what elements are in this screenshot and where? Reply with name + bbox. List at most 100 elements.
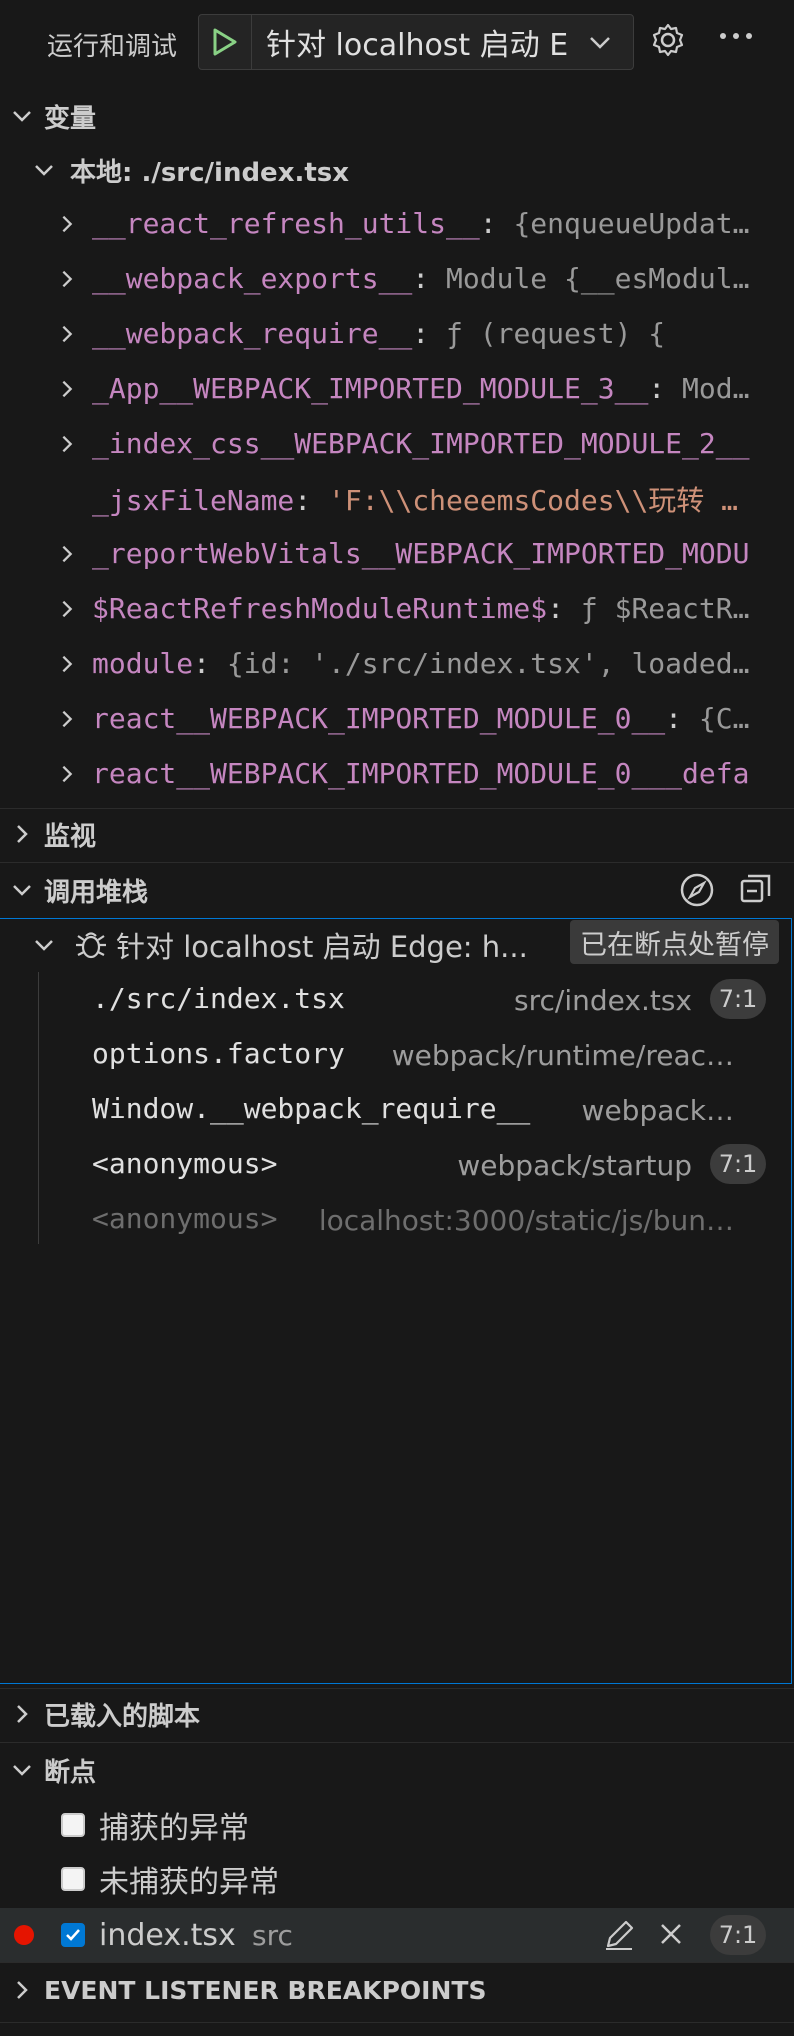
bug-icon	[76, 932, 106, 959]
stack-frame-source: webpack/runtime/reac…	[391, 1039, 734, 1072]
stack-frame-row[interactable]: <anonymous> webpack/startup 7:1	[0, 1137, 794, 1192]
breakpoint-position-badge: 7:1	[710, 1915, 766, 1955]
variable-value: ƒ $ReactR…	[580, 592, 750, 625]
variable-separator: :	[294, 483, 329, 517]
loaded-scripts-header-label: 已载入的脚本	[44, 1701, 201, 1732]
watch-header-label: 监视	[44, 821, 97, 852]
chevron-right-icon[interactable]	[56, 708, 78, 730]
variable-separator: :	[665, 702, 699, 735]
variable-name: _jsxFileName	[92, 483, 295, 517]
variable-separator: :	[412, 317, 447, 350]
debug-sidebar: 运行和调试 针对 localhost 启动 E 变量 本地: ./src/ind…	[0, 0, 794, 2036]
variable-name: react__WEBPACK_IMPORTED_MODULE_0___defa	[92, 757, 750, 790]
close-icon[interactable]	[658, 1921, 684, 1947]
run-and-debug-title: 运行和调试	[47, 31, 178, 62]
chevron-right-icon[interactable]	[56, 433, 78, 455]
variable-value: {id: './src/index.tsx', loaded…	[226, 647, 750, 680]
debug-toolbar: 运行和调试 针对 localhost 启动 E	[0, 0, 794, 88]
chevron-right-icon	[17, 1981, 28, 1999]
stack-frame-name: <anonymous>	[92, 1202, 278, 1235]
uncaught-exceptions-checkbox[interactable]	[61, 1867, 85, 1891]
status-bar	[0, 2022, 794, 2036]
variable-name: _App__WEBPACK_IMPORTED_MODULE_3__	[92, 372, 649, 405]
variable-value: {C…	[698, 702, 750, 735]
chevron-right-icon[interactable]	[56, 653, 78, 675]
variable-row[interactable]: _index_css__WEBPACK_IMPORTED_MODULE_2__	[0, 416, 794, 471]
variable-row[interactable]: _jsxFileName: 'F:\\cheeemsCodes\\玩转 …	[0, 471, 794, 526]
event-listener-header-label: EVENT LISTENER BREAKPOINTS	[44, 1975, 487, 2005]
breakpoint-folder: src	[252, 1918, 293, 1952]
chevron-down-icon	[35, 940, 53, 951]
collapse-all-icon[interactable]	[738, 871, 774, 907]
variable-separator: :	[479, 207, 514, 240]
breakpoint-file-name: index.tsx	[99, 1917, 236, 1953]
chevron-down-icon	[35, 165, 53, 176]
variable-name: _reportWebVitals__WEBPACK_IMPORTED_MODU	[92, 537, 750, 570]
file-breakpoint-checkbox[interactable]	[61, 1923, 85, 1947]
chevron-right-icon[interactable]	[56, 268, 78, 290]
launch-config-label: 针对 localhost 启动 E	[266, 28, 569, 63]
variable-name: __webpack_require__	[92, 317, 413, 350]
breakpoint-caught-exceptions[interactable]: 捕获的异常	[0, 1798, 794, 1852]
variable-row[interactable]: _reportWebVitals__WEBPACK_IMPORTED_MODU	[0, 526, 794, 581]
chevron-right-icon[interactable]	[56, 763, 78, 785]
chevron-down-icon	[13, 1765, 31, 1776]
variable-row[interactable]: $ReactRefreshModuleRuntime$: ƒ $ReactR…	[0, 581, 794, 636]
stack-frame-position-badge: 7:1	[710, 1144, 766, 1184]
loaded-scripts-section-header[interactable]: 已载入的脚本	[0, 1688, 794, 1740]
stack-frame-source: localhost:3000/static/js/bun…	[318, 1204, 734, 1237]
chevron-right-icon[interactable]	[56, 543, 78, 565]
stack-frame-source: src/index.tsx	[514, 984, 692, 1017]
variable-name: $ReactRefreshModuleRuntime$	[92, 592, 548, 625]
paused-status-badge: 已在断点处暂停	[570, 920, 779, 964]
callstack-section-header[interactable]: 调用堆栈	[0, 864, 794, 916]
variables-section-header[interactable]: 变量	[0, 90, 794, 142]
chevron-down-icon[interactable]	[587, 29, 613, 55]
variable-row[interactable]: module: {id: './src/index.tsx', loaded…	[0, 636, 794, 691]
variable-value: 'F:\\cheeemsCodes\\玩转 …	[328, 483, 739, 517]
stack-frame-source: webpack…	[581, 1094, 734, 1127]
stack-frame-name: options.factory	[92, 1037, 345, 1070]
chevron-right-icon[interactable]	[56, 378, 78, 400]
stack-frame-row[interactable]: <anonymous> localhost:3000/static/js/bun…	[0, 1192, 794, 1247]
variable-value: Module {__esModul…	[446, 262, 750, 295]
variable-value: Mod…	[682, 372, 750, 405]
variable-row[interactable]: __webpack_exports__: Module {__esModul…	[0, 251, 794, 306]
breakpoint-uncaught-exceptions[interactable]: 未捕获的异常	[0, 1852, 794, 1906]
stack-frame-position-badge: 7:1	[710, 979, 766, 1019]
local-scope-label: 本地: ./src/index.tsx	[70, 157, 350, 188]
variable-row[interactable]: _App__WEBPACK_IMPORTED_MODULE_3__: Mod…	[0, 361, 794, 416]
caught-exceptions-checkbox[interactable]	[61, 1813, 85, 1837]
chevron-right-icon[interactable]	[56, 598, 78, 620]
variable-name: module	[92, 647, 194, 680]
watch-section-header[interactable]: 监视	[0, 808, 794, 860]
breakpoint-file-row[interactable]: index.tsx src 7:1	[0, 1908, 794, 1962]
play-icon	[213, 28, 237, 56]
variable-row[interactable]: react__WEBPACK_IMPORTED_MODULE_0__: {C…	[0, 691, 794, 746]
variable-row[interactable]: __react_refresh_utils__: {enqueueUpdat…	[0, 196, 794, 251]
caught-exceptions-label: 捕获的异常	[99, 1811, 249, 1846]
edit-pencil-icon[interactable]	[602, 1918, 636, 1952]
stack-frame-row[interactable]: ./src/index.tsx src/index.tsx 7:1	[0, 972, 794, 1027]
chevron-right-icon[interactable]	[56, 213, 78, 235]
variable-separator: :	[412, 262, 447, 295]
local-scope-header[interactable]: 本地: ./src/index.tsx	[0, 144, 794, 196]
ellipsis-icon[interactable]	[718, 30, 754, 42]
chevron-right-icon[interactable]	[56, 323, 78, 345]
launch-config-selector[interactable]: 针对 localhost 启动 E	[198, 14, 634, 70]
event-listener-section-header[interactable]: EVENT LISTENER BREAKPOINTS	[0, 1964, 794, 2016]
gear-icon[interactable]	[650, 22, 686, 58]
chevron-down-icon	[13, 885, 31, 896]
breakpoint-dot-icon	[14, 1925, 34, 1945]
start-debugging-button[interactable]	[199, 15, 252, 69]
variable-row[interactable]: react__WEBPACK_IMPORTED_MODULE_0___defa	[0, 746, 794, 801]
stack-frame-row[interactable]: options.factory webpack/runtime/reac…	[0, 1027, 794, 1082]
variable-name: _index_css__WEBPACK_IMPORTED_MODULE_2__	[92, 427, 750, 460]
variable-value: {enqueueUpdat…	[513, 207, 750, 240]
stack-frame-row[interactable]: Window.__webpack_require__ webpack…	[0, 1082, 794, 1137]
breakpoints-header-label: 断点	[44, 1757, 97, 1788]
chevron-right-icon	[17, 825, 28, 843]
compass-icon[interactable]	[678, 871, 716, 909]
variable-row[interactable]: __webpack_require__: ƒ (request) {	[0, 306, 794, 361]
breakpoints-section-header[interactable]: 断点	[0, 1744, 794, 1796]
